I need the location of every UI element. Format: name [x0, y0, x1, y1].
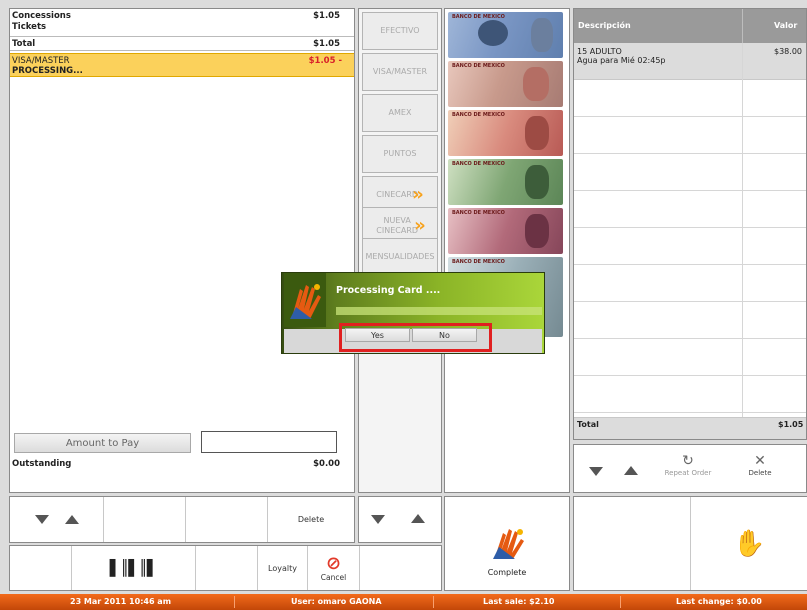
repeat-icon: ↻: [682, 453, 694, 469]
order-item-detail: Agua para Mié 02:45p: [577, 56, 666, 65]
summary-label: Total: [12, 39, 36, 49]
order-row-selected[interactable]: 15 ADULTO Agua para Mié 02:45p $38.00: [574, 43, 806, 80]
order-total-label: Total: [577, 420, 599, 429]
blank-button[interactable]: [186, 497, 268, 542]
chevron-right-icon: »: [414, 215, 426, 236]
progress-bar: [336, 307, 542, 315]
pay-method-efectivo[interactable]: EFECTIVO: [362, 12, 438, 50]
scroll-up-icon[interactable]: [411, 514, 425, 523]
order-actions-bar: ↻ Repeat Order ✕ Delete: [573, 444, 807, 493]
pay-method-puntos[interactable]: PUNTOS: [362, 135, 438, 173]
summary-label: Tickets: [12, 22, 47, 32]
summary-amount: $1.05: [313, 11, 340, 21]
blank-button[interactable]: [360, 546, 441, 590]
chevron-right-icon: »: [412, 184, 424, 205]
summary-row-total: Total $1.05: [12, 39, 340, 50]
banknote-label: BANCO DE MEXICO: [452, 259, 505, 265]
status-datetime: 23 Mar 2011 10:46 am: [70, 597, 172, 606]
payment-line-status: PROCESSING...: [12, 66, 83, 76]
status-bar: 23 Mar 2011 10:46 am User: omaro GAONA L…: [0, 594, 807, 610]
summary-row-concessions: Concessions $1.05: [12, 11, 340, 22]
dialog-title: Processing Card ....: [336, 285, 441, 296]
loyalty-button[interactable]: Loyalty: [258, 546, 308, 590]
summary-label: Concessions: [12, 11, 71, 21]
payment-methods-panel: EFECTIVO VISA/MASTER AMEX PUNTOS CINECAR…: [358, 8, 442, 493]
scroll-down-icon[interactable]: [589, 467, 603, 476]
outstanding-value: $0.00: [313, 459, 340, 469]
hands-logo-icon: [493, 529, 524, 559]
cancel-label: Cancel: [320, 572, 347, 582]
repeat-order-button[interactable]: ↻ Repeat Order: [662, 453, 714, 489]
delete-order-button[interactable]: ✕ Delete: [734, 453, 786, 489]
outstanding-label: Outstanding: [12, 459, 72, 469]
pay-method-mensualidades[interactable]: MENSUALIDADES: [362, 238, 438, 276]
payment-line-amount: $1.05 -: [308, 56, 342, 66]
bottom-nav-row: Delete: [9, 496, 355, 543]
status-last-change: Last change: $0.00: [676, 597, 762, 606]
payment-line-selected[interactable]: VISA/MASTER PROCESSING... $1.05 -: [10, 53, 354, 77]
banknote-label: BANCO DE MEXICO: [452, 63, 505, 69]
payment-line-label: VISA/MASTER: [12, 56, 70, 66]
no-button[interactable]: No: [412, 328, 477, 342]
hands-icon: ✋: [733, 528, 766, 559]
complete-button[interactable]: Complete: [444, 496, 570, 591]
banknote-label: BANCO DE MEXICO: [452, 210, 505, 216]
scroll-up-icon[interactable]: [624, 466, 638, 475]
pay-method-visa-master[interactable]: VISA/MASTER: [362, 53, 438, 91]
pay-method-amex[interactable]: AMEX: [362, 94, 438, 132]
banknote-label: BANCO DE MEXICO: [452, 112, 505, 118]
divider: [10, 50, 354, 51]
banknote-100[interactable]: BANCO DE MEXICO: [448, 110, 563, 156]
bottom-nav-arrows-2: [358, 496, 442, 543]
order-item-name: 15 ADULTO: [577, 47, 622, 56]
delete-x-icon: ✕: [754, 453, 766, 469]
blank-button[interactable]: [104, 497, 186, 542]
cash-denominations-panel: BANCO DE MEXICO BANCO DE MEXICO BANCO DE…: [444, 8, 570, 493]
right-bottom-row: ✋: [573, 496, 807, 591]
order-total-value: $1.05: [778, 420, 804, 429]
dialog-logo: [284, 273, 326, 327]
delete-button[interactable]: Delete: [268, 497, 354, 542]
blank-button[interactable]: [196, 546, 258, 590]
summary-row-tickets: Tickets: [12, 22, 340, 33]
cancel-icon: ⊘: [325, 552, 342, 574]
scroll-up-icon[interactable]: [64, 515, 79, 524]
status-user: User: omaro GAONA: [291, 597, 382, 606]
column-header-value: Valor: [774, 21, 798, 30]
amount-to-pay-input[interactable]: [201, 431, 337, 453]
scroll-down-icon[interactable]: [34, 515, 49, 524]
order-item-value: $38.00: [774, 47, 802, 56]
order-grid-panel: Descripción Valor 15 ADULTO Agua para Mi…: [573, 8, 807, 440]
scroll-down-icon[interactable]: [371, 515, 385, 524]
repeat-order-label: Repeat Order: [664, 469, 712, 477]
order-summary-panel: Concessions $1.05 Tickets Total $1.05 VI…: [9, 8, 355, 493]
order-grid-empty-rows: [574, 80, 806, 417]
order-total-row: Total $1.05: [574, 417, 806, 439]
hands-logo-icon: [290, 284, 321, 319]
order-grid-header: Descripción Valor: [574, 9, 806, 43]
banknote-20[interactable]: BANCO DE MEXICO: [448, 12, 563, 58]
nav-arrows: [10, 497, 104, 542]
banknote-50[interactable]: BANCO DE MEXICO: [448, 61, 563, 107]
cancel-button[interactable]: ⊘ Cancel: [308, 546, 360, 590]
complete-label: Complete: [487, 568, 527, 577]
blank-button[interactable]: [574, 497, 691, 590]
amount-to-pay-button[interactable]: Amount to Pay: [14, 433, 191, 453]
hands-button[interactable]: ✋: [691, 497, 807, 590]
blank-button[interactable]: [10, 546, 72, 590]
delete-order-label: Delete: [748, 469, 772, 477]
bottom-tools-row: ▌║▌║▌ Loyalty ⊘ Cancel: [9, 545, 442, 591]
status-last-sale: Last sale: $2.10: [483, 597, 555, 606]
banknote-200[interactable]: BANCO DE MEXICO: [448, 159, 563, 205]
banknote-label: BANCO DE MEXICO: [452, 161, 505, 167]
barcode-icon: ▌║▌║▌: [109, 559, 159, 577]
column-header-description: Descripción: [578, 21, 631, 30]
banknote-label: BANCO DE MEXICO: [452, 14, 505, 20]
divider: [10, 36, 354, 37]
summary-amount: $1.05: [313, 39, 340, 49]
barcode-button[interactable]: ▌║▌║▌: [72, 546, 196, 590]
banknote-500[interactable]: BANCO DE MEXICO: [448, 208, 563, 254]
yes-button[interactable]: Yes: [345, 328, 410, 342]
